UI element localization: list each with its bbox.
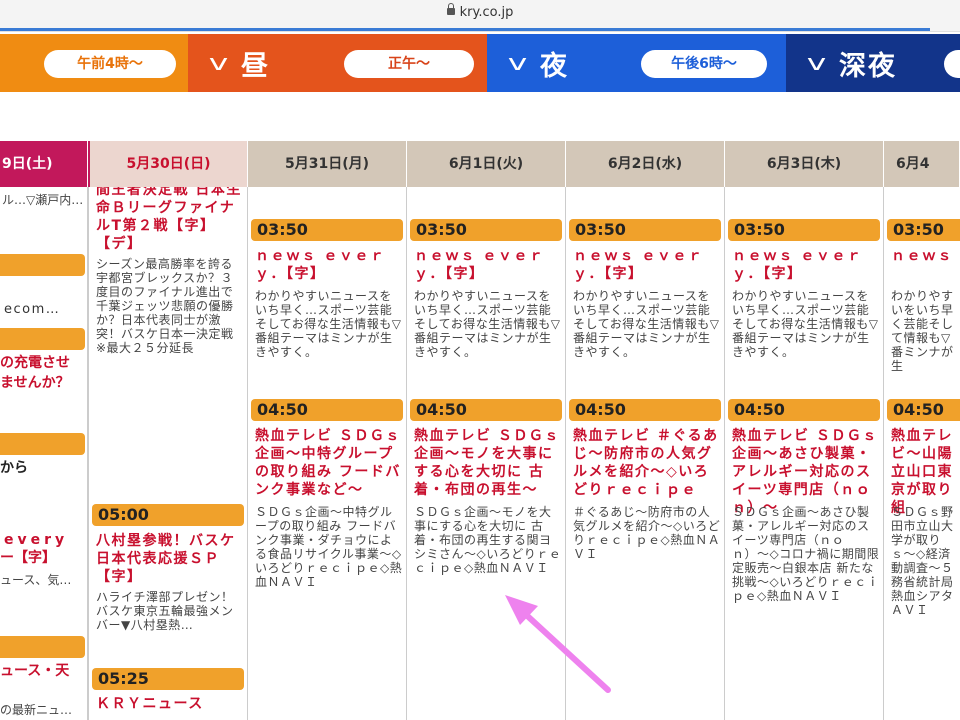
time-badge bbox=[0, 254, 85, 276]
band-noon-time-pill: 正午〜 bbox=[344, 50, 474, 78]
program-title[interactable]: ｎｅｗｓ ｅｖｅｒｙ．【字】 bbox=[414, 247, 563, 283]
time-badge: 03:50 bbox=[569, 219, 721, 241]
chevron-down-icon: v bbox=[208, 50, 229, 76]
date-header[interactable]: 6月3日(木) bbox=[725, 141, 884, 187]
time-badge bbox=[0, 636, 85, 658]
time-badge bbox=[0, 433, 85, 455]
program-description[interactable]: ＳＤＧｓ企画〜あさひ製菓・アレルギー対応のスイーツ専門店（ｎｏｎ）〜◇コロナ禍に… bbox=[732, 505, 881, 603]
band-late-night-pill-edge bbox=[944, 50, 960, 78]
time-badge: 03:50 bbox=[728, 219, 880, 241]
schedule-column-jun1: 03:50 ｎｅｗｓ ｅｖｅｒｙ．【字】 わかりやすいニュースをいち早く…スポー… bbox=[407, 187, 566, 720]
program-fragment-text[interactable]: ecom… bbox=[4, 301, 60, 319]
program-description[interactable]: ＃ぐるあじ〜防府市の人気グルメを紹介〜◇いろどりｒｅｃｉｐｅ◇熱血ＮＡＶＩ bbox=[573, 505, 722, 561]
program-fragment-text[interactable]: ル…▽瀬戸内… bbox=[2, 191, 83, 209]
schedule-column-may30: 間王者決定戦 日本生命ＢリーグファイナルT第２戦【字】【デ】 シーズン最高勝率を… bbox=[88, 187, 248, 720]
program-fragment-text[interactable]: ュース、気… bbox=[0, 571, 71, 589]
program-title[interactable]: ｎｅｗｓ ｅｖｅｒｙ．【字】 bbox=[573, 247, 722, 283]
program-description[interactable]: シーズン最高勝率を誇る宇都宮ブレックスか？３度目のファイナル進出で千葉ジェッツ悲… bbox=[96, 257, 245, 355]
schedule-column-jun3: 03:50 ｎｅｗｓ ｅｖｅｒｙ．【字】 わかりやすいニュースをいち早く…スポー… bbox=[725, 187, 884, 720]
date-header[interactable]: 6月2日(水) bbox=[566, 141, 725, 187]
time-badge: 05:00 bbox=[92, 504, 244, 526]
program-description[interactable]: わかりやすいニュースをいち早く…スポーツ芸能そしてお得な生活情報も▽番組テーマは… bbox=[255, 289, 404, 359]
program-title[interactable]: 熱血テレビ〜山陽立山口東京が取り組 bbox=[891, 427, 960, 517]
time-badge: 03:50 bbox=[251, 219, 403, 241]
program-title[interactable]: ｎｅｗｓ ｅｖｅｒｙ．【字】 bbox=[732, 247, 881, 283]
program-title[interactable]: ｎｅｗｓ ｅｖｅｒｙ．【字】 bbox=[255, 247, 404, 283]
program-fragment-title[interactable]: ー【字】 bbox=[0, 549, 56, 567]
band-morning[interactable]: 午前4時〜 bbox=[0, 34, 188, 92]
program-fragment-title[interactable]: ませんか？ bbox=[0, 374, 70, 392]
date-header[interactable]: 5月31日(月) bbox=[248, 141, 407, 187]
program-title[interactable]: ＫＲＹニュース bbox=[96, 695, 245, 713]
time-badge: 04:50 bbox=[569, 399, 721, 421]
band-noon[interactable]: v 昼 正午〜 bbox=[188, 34, 487, 92]
program-title[interactable]: 間王者決定戦 日本生命ＢリーグファイナルT第２戦【字】【デ】 bbox=[96, 187, 245, 253]
band-night-time-pill: 午後6時〜 bbox=[641, 50, 767, 78]
program-fragment-text[interactable]: の最新ニュ… bbox=[0, 701, 72, 719]
band-noon-label: 昼 bbox=[241, 50, 271, 82]
time-badge: 03:50 bbox=[410, 219, 562, 241]
program-fragment-title[interactable]: every bbox=[4, 531, 68, 549]
program-description[interactable]: ハライチ澤部プレゼン！バスケ東京五輪最強メンバー▼八村塁熱… bbox=[96, 590, 245, 632]
program-title[interactable]: 熱血テレビ ＃ぐるあじ〜防府市の人気グルメを紹介〜◇いろどりｒｅｃｉｐｅ bbox=[573, 427, 722, 499]
chevron-down-icon: v bbox=[507, 50, 528, 76]
time-badge: 04:50 bbox=[251, 399, 403, 421]
program-description[interactable]: ＳＤＧｓ企画〜モノを大事にする心を大切に 古着・布団の再生する関ヨシミさん〜◇い… bbox=[414, 505, 563, 575]
program-description[interactable]: わかりやすいをいち早く芸能そして情報も▽番ミンナが生 bbox=[891, 289, 960, 373]
band-night-label: 夜 bbox=[540, 50, 570, 82]
date-header[interactable]: 6月1日(火) bbox=[407, 141, 566, 187]
program-title[interactable]: 熱血テレビ ＳＤＧｓ企画〜中特グループの取り組み フードバンク事業など〜 bbox=[255, 427, 404, 499]
date-header[interactable]: 9日(土) bbox=[0, 141, 88, 187]
program-title[interactable]: 八村塁参戦！バスケ日本代表応援ＳＰ【字】 bbox=[96, 532, 245, 586]
program-description[interactable]: ＳＤＧｓ企画〜中特グループの取り組み フードバンク事業・ダチョウによる食品リサイ… bbox=[255, 505, 404, 589]
chevron-down-icon: v bbox=[806, 50, 827, 76]
program-fragment-title[interactable]: の充電させ bbox=[0, 354, 70, 372]
program-description[interactable]: わかりやすいニュースをいち早く…スポーツ芸能そしてお得な生活情報も▽番組テーマは… bbox=[573, 289, 722, 359]
browser-address-bar[interactable]: kry.co.jp bbox=[0, 0, 960, 32]
band-late-night-label: 深夜 bbox=[839, 50, 898, 82]
schedule-column-may31: 03:50 ｎｅｗｓ ｅｖｅｒｙ．【字】 わかりやすいニュースをいち早く…スポー… bbox=[248, 187, 407, 720]
program-title[interactable]: 熱血テレビ ＳＤＧｓ企画〜モノを大事にする心を大切に 古着・布団の再生〜 bbox=[414, 427, 563, 499]
time-badge: 04:50 bbox=[887, 399, 960, 421]
time-badge: 04:50 bbox=[728, 399, 880, 421]
schedule-column-jun2: 03:50 ｎｅｗｓ ｅｖｅｒｙ．【字】 わかりやすいニュースをいち早く…スポー… bbox=[566, 187, 725, 720]
time-badge: 05:25 bbox=[92, 668, 244, 690]
band-late-night[interactable]: v 深夜 bbox=[786, 34, 960, 92]
program-description[interactable]: わかりやすいニュースをいち早く…スポーツ芸能そしてお得な生活情報も▽番組テーマは… bbox=[732, 289, 881, 359]
page-load-progress-bar bbox=[0, 28, 930, 31]
program-fragment-title[interactable]: ュース・天 bbox=[0, 662, 69, 680]
band-night[interactable]: v 夜 午後6時〜 bbox=[487, 34, 786, 92]
time-badge: 03:50 bbox=[887, 219, 960, 241]
date-header[interactable]: 6月4 bbox=[884, 141, 960, 187]
lock-icon bbox=[446, 3, 455, 15]
date-header[interactable]: 5月30日(日) bbox=[88, 141, 248, 187]
program-description[interactable]: わかりやすいニュースをいち早く…スポーツ芸能そしてお得な生活情報も▽番組テーマは… bbox=[414, 289, 563, 359]
program-description[interactable]: ＳＤＧｓ野田市立山大学が取りｓ〜◇経済動調査〜５務省統計局熱血シアタＡＶＩ bbox=[891, 505, 960, 617]
program-title[interactable]: 熱血テレビ ＳＤＧｓ企画〜あさひ製菓・アレルギー対応のスイーツ専門店（ｎｏｎ）〜 bbox=[732, 427, 881, 517]
time-badge bbox=[0, 328, 85, 350]
band-morning-time-pill: 午前4時〜 bbox=[44, 50, 176, 78]
date-header-row: 9日(土) 5月30日(日) 5月31日(月) 6月1日(火) 6月2日(水) … bbox=[0, 141, 960, 187]
schedule-column-jun4: 03:50 ｎｅｗｓ ｅｖｅ わかりやすいをいち早く芸能そして情報も▽番ミンナが… bbox=[884, 187, 960, 720]
schedule-column-saturday: ル…▽瀬戸内… ecom… の充電させ ませんか？ から every ー【字】 … bbox=[0, 187, 88, 720]
time-badge: 04:50 bbox=[410, 399, 562, 421]
program-fragment-text[interactable]: から bbox=[0, 459, 28, 477]
url-text: kry.co.jp bbox=[459, 5, 514, 20]
program-title[interactable]: ｎｅｗｓ ｅｖｅ bbox=[891, 247, 960, 265]
